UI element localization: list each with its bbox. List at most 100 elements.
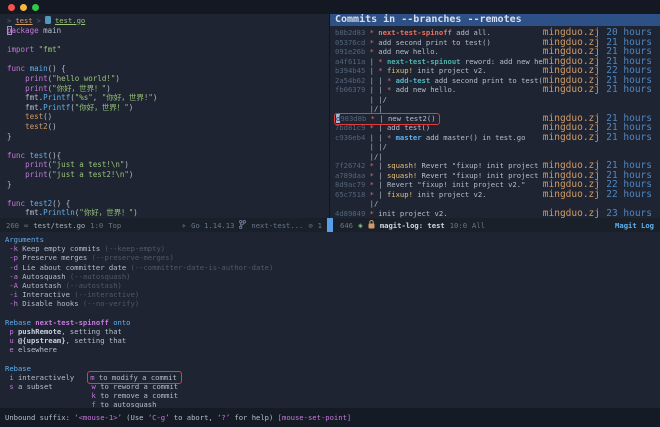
code-line[interactable]: package main [7,26,329,36]
transient-command[interactable]: -d Lie about committer date (--committer… [5,263,660,272]
code-line[interactable]: import "fmt" [7,45,329,55]
token: squash! [387,171,417,180]
commit-row[interactable]: fb06379 | | * add new hello.mingduo.zj21… [335,85,652,95]
modeline-branch[interactable]: next-test... [251,221,303,230]
code-line[interactable]: func main() { [7,64,329,74]
transient-command[interactable]: i interactively m to modify a commit [5,373,660,382]
transient-command[interactable]: u @{upstream}, setting that [5,336,660,345]
token: -d [9,263,18,272]
commit-row[interactable]: b8b2d83 * next-test-spinoff add all.ming… [335,28,652,38]
transient-command[interactable]: k to remove a commit [5,391,660,400]
code-line[interactable]: print("just a test2!\n") [7,170,329,180]
code-line[interactable]: fmt.Printf("你好，世界！") [7,103,329,113]
token: * [387,76,396,85]
code-line[interactable]: } [7,132,329,142]
token: ‘<mouse-1>’ [74,413,122,422]
graph-row[interactable]: | |/ [335,142,652,152]
code-line[interactable]: print("just a test!\n") [7,160,329,170]
token: Rebase [5,318,35,327]
commit-row[interactable]: 8d9ac79 * | Revert "fixup! init project … [335,180,652,190]
transient-command[interactable]: -A Autostash (--autostash) [5,281,660,290]
token: fmt. [7,103,43,112]
commit-hash: 65c7518 [335,190,370,199]
transient-command[interactable]: e elsewhere [5,345,660,354]
commit-hash: fb06379 [335,85,370,94]
major-mode-label[interactable]: Magit Log [615,221,654,230]
commit-summary: fb06379 | | * add new hello. [335,85,456,95]
token: "你好，世界！" [52,84,106,93]
commit-row[interactable]: 65c7518 * | fixup! init project v2.mingd… [335,190,652,200]
title-bar [0,0,660,14]
commit-row[interactable]: c936eb4 | | * master add master() in tes… [335,133,652,143]
code-area[interactable]: package main import "fmt" func main() { pr… [0,26,329,218]
graph-row[interactable]: | |/ [335,95,652,105]
code-line[interactable]: print("hello world!") [7,74,329,84]
code-line[interactable]: func test2() { [7,199,329,209]
code-line[interactable]: fmt.Printf("%s", "你好，世界!") [7,93,329,103]
zoom-button[interactable] [32,4,39,11]
commit-row[interactable]: a789daa * | squash! Revert "fixup! init … [335,171,652,181]
commit-row[interactable]: 05376cd * add second print to test()ming… [335,38,652,48]
flycheck-count[interactable]: 1 [318,221,322,230]
commit-author: mingduo.zj [543,209,600,219]
token: | | [370,85,387,94]
minimize-button[interactable] [20,4,27,11]
code-line[interactable] [7,55,329,65]
cursor-position: 1:0 [90,221,103,230]
magit-section-header[interactable]: Commits in --branches --remotes [330,14,660,26]
commit-row[interactable]: 091e26b * add new hello.mingduo.zj21 hou… [335,47,652,57]
code-line[interactable] [7,36,329,46]
token: | [378,190,387,199]
commit-summary: | |/ [335,95,387,105]
commit-row[interactable]: 7f26742 * | squash! Revert "fixup! init … [335,161,652,171]
transient-command[interactable]: -a Autosquash (--autosquash) [5,272,660,281]
code-line[interactable] [7,141,329,151]
breadcrumb-file[interactable]: test.go [55,16,85,25]
breadcrumb-project[interactable]: test [15,16,32,25]
token: onto [109,318,131,327]
token: Revert "fixup! init project v [417,171,543,180]
token: ) [129,103,134,112]
chevron-right-icon: > [37,16,41,25]
commit-row[interactable]: d983d8b * | new test2()mingduo.zj21 hour… [335,114,652,124]
commit-row[interactable]: a4f611a | * next-test-spinout reword: ad… [335,57,652,67]
token: (--preserve-merges) [92,253,174,262]
token: add new hello. [396,85,457,94]
code-line[interactable] [7,189,329,199]
buffer-state-icon: ∞ [24,221,28,230]
transient-command[interactable]: -h Disable hooks (--no-verify) [5,299,660,308]
token: (--autostash) [66,281,122,290]
major-mode-label[interactable]: Go 1.14.13 [191,221,234,230]
token: Autostash [18,281,66,290]
transient-command[interactable]: -i Interactive (--interactive) [5,290,660,299]
code-line[interactable]: test2() [7,122,329,132]
token: print [25,74,48,83]
commit-row[interactable]: 4d89849 * init project v2.mingduo.zj23 h… [335,209,652,219]
graph-row[interactable]: |/ [335,199,652,209]
close-button[interactable] [8,4,15,11]
token: "fmt" [39,45,62,54]
token: | [370,66,379,75]
transient-line: Rebase next-test-spinoff onto [5,318,660,327]
code-line[interactable]: fmt.Println("你好，世界！") [7,208,329,218]
token: master [396,133,422,142]
transient-command[interactable]: -k Keep empty commits (--keep-empty) [5,244,660,253]
code-line[interactable]: test() [7,112,329,122]
code-line[interactable]: func test(){ [7,151,329,161]
window-divider[interactable] [327,218,333,232]
transient-command[interactable]: -p Preserve merges (--preserve-merges) [5,253,660,262]
commit-row[interactable]: 2a54b62 | | * add-test add second print … [335,76,652,86]
commit-summary: b8b2d83 * next-test-spinoff add all. [335,28,491,38]
token: (Use [122,413,148,422]
transient-command[interactable]: p pushRemote, setting that [5,327,660,336]
graph-row[interactable]: |/| [335,152,652,162]
code-line[interactable]: print("你好，世界！") [7,84,329,94]
editor-modeline: 260 ∞ test/test.go 1:0 Top ✈ Go 1.14.13 … [0,218,330,232]
token: func [7,151,25,160]
token: | [378,161,387,170]
commit-row[interactable]: b394b45 | * fixup! init project v2.mingd… [335,66,652,76]
code-line[interactable]: } [7,180,329,190]
token: (--keep-empty) [105,244,166,253]
commit-summary: 4d89849 * init project v2. [335,209,448,219]
token: ‘C-g’ [148,413,170,422]
